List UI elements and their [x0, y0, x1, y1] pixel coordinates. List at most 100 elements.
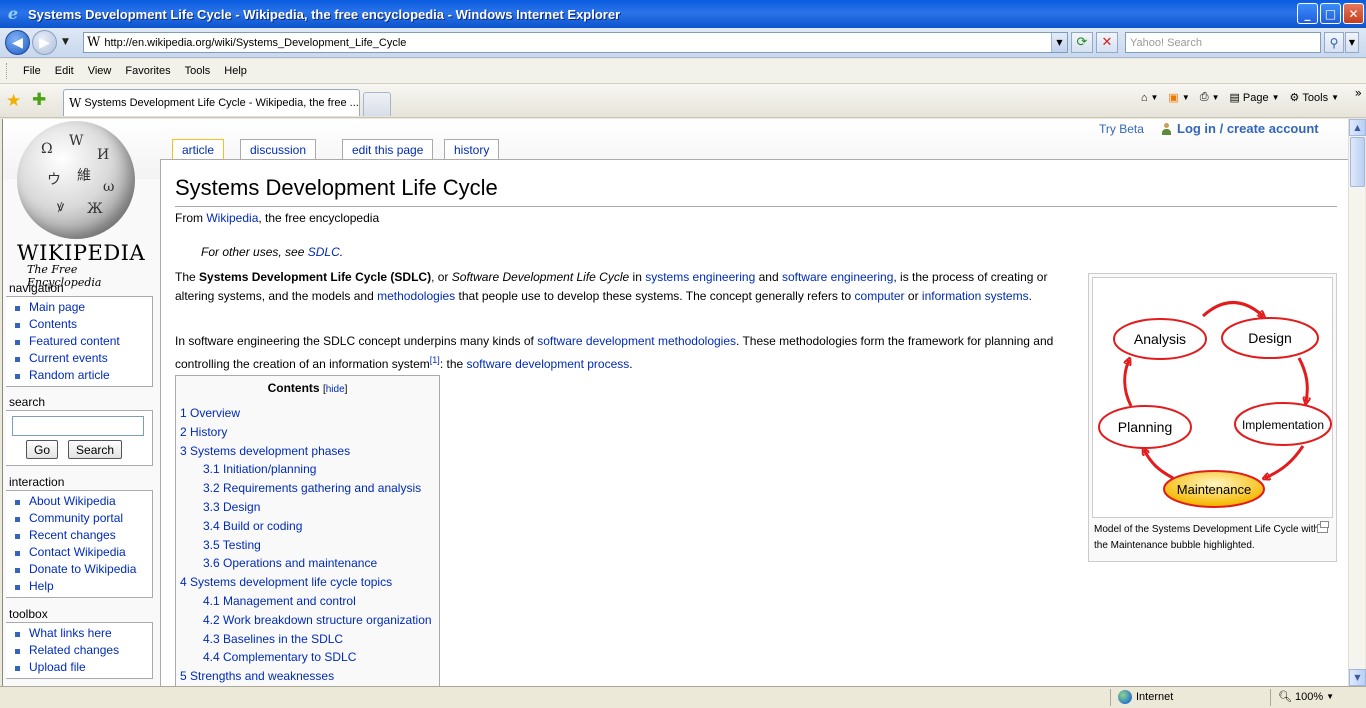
- security-zone[interactable]: Internet: [1118, 690, 1173, 704]
- toc-item[interactable]: 3.4 Build or coding: [180, 517, 439, 536]
- new-tab-button[interactable]: [363, 92, 391, 116]
- sidebar-item-contact-wikipedia[interactable]: Contact Wikipedia: [12, 544, 152, 561]
- tab-history[interactable]: history: [444, 139, 500, 159]
- tab-current[interactable]: W Systems Development Life Cycle - Wikip…: [63, 89, 360, 116]
- home-icon: ⌂: [1140, 91, 1148, 104]
- sidebar-item-current-events[interactable]: Current events: [12, 350, 152, 367]
- sdlc-figure: Analysis Design Implementation Maintenan…: [1088, 273, 1337, 562]
- menu-view[interactable]: View: [81, 65, 119, 77]
- p1-text: that people use to develop these systems…: [455, 289, 855, 303]
- search-go-icon[interactable]: ⚲: [1324, 32, 1344, 53]
- systems-engineering-link[interactable]: systems engineering: [645, 270, 755, 284]
- address-dropdown-icon[interactable]: ▼: [1051, 33, 1067, 52]
- search-options-dropdown-icon[interactable]: ▼: [1345, 32, 1359, 53]
- sidebar-item-about-wikipedia[interactable]: About Wikipedia: [12, 493, 152, 510]
- scrollbar-thumb[interactable]: [1350, 137, 1365, 187]
- zoom-control[interactable]: 🔍︎ 100% ▼: [1278, 690, 1334, 704]
- sidebar-item-what-links-here[interactable]: What links here: [12, 625, 152, 642]
- scroll-down-icon[interactable]: ▼: [1349, 669, 1366, 686]
- menu-help[interactable]: Help: [217, 65, 254, 77]
- p2-text: : the: [439, 357, 467, 371]
- chevron-more-icon[interactable]: »: [1355, 86, 1362, 100]
- toc-item[interactable]: 3.2 Requirements gathering and analysis: [180, 479, 439, 498]
- minimize-button[interactable]: _: [1297, 3, 1318, 24]
- toc-item[interactable]: 4 Systems development life cycle topics: [180, 573, 439, 592]
- sidebar-item-donate[interactable]: Donate to Wikipedia: [12, 561, 152, 578]
- toc-title: Contents: [267, 381, 320, 395]
- back-button[interactable]: ◀: [5, 30, 30, 55]
- tab-article[interactable]: article: [172, 139, 225, 160]
- stop-button[interactable]: ✕: [1096, 32, 1118, 53]
- page-menu-button[interactable]: ▤ Page ▼: [1226, 91, 1282, 105]
- toc-item[interactable]: 4.2 Work breakdown structure organizatio…: [180, 611, 439, 630]
- gear-icon: ⚙: [1289, 92, 1300, 104]
- toc-item[interactable]: 3.5 Testing: [180, 536, 439, 555]
- menu-file[interactable]: File: [16, 65, 48, 77]
- sidebar-item-featured-content[interactable]: Featured content: [12, 333, 152, 350]
- wikipedia-logo[interactable]: Ω W И ウ 維 ω ꝟ Ж WIKIPEDIA The Free Encyc…: [9, 121, 149, 289]
- address-url[interactable]: http://en.wikipedia.org/wiki/Systems_Dev…: [104, 37, 406, 49]
- sidebar-item-recent-changes[interactable]: Recent changes: [12, 527, 152, 544]
- zoom-level: 100%: [1294, 690, 1324, 703]
- sidebar-item-contents[interactable]: Contents: [12, 316, 152, 333]
- toc-item[interactable]: 4.3 Baselines in the SDLC: [180, 630, 439, 649]
- wikipedia-link[interactable]: Wikipedia: [206, 211, 258, 225]
- toc-item[interactable]: 3.1 Initiation/planning: [180, 460, 439, 479]
- vertical-scrollbar[interactable]: ▲ ▼: [1348, 119, 1366, 686]
- search-provider-input[interactable]: Yahoo! Search: [1125, 32, 1321, 53]
- software-engineering-link[interactable]: software engineering: [782, 270, 893, 284]
- recent-pages-dropdown-icon[interactable]: ▼: [62, 37, 69, 47]
- toc-item[interactable]: 4.4 Complementary to SDLC: [180, 648, 439, 667]
- sidebar-item-random-article[interactable]: Random article: [12, 367, 152, 384]
- tab-edit[interactable]: edit this page: [342, 139, 434, 159]
- wiki-search-input[interactable]: [12, 416, 144, 436]
- sidebar-item-community-portal[interactable]: Community portal: [12, 510, 152, 527]
- sidebar-item-main-page[interactable]: Main page: [12, 299, 152, 316]
- login-link[interactable]: Log in / create account: [1161, 121, 1319, 136]
- print-button[interactable]: ⎙ ▼: [1197, 91, 1223, 104]
- favorites-center-icon[interactable]: ★: [6, 91, 21, 111]
- sidebar-item-related-changes[interactable]: Related changes: [12, 642, 152, 659]
- feeds-button[interactable]: ▣ ▼: [1165, 91, 1192, 104]
- forward-button[interactable]: ▶: [32, 30, 57, 55]
- printer-icon: ⎙: [1199, 91, 1209, 103]
- zoom-dropdown-icon[interactable]: ▼: [1326, 692, 1334, 701]
- try-beta-link[interactable]: Try Beta: [1099, 122, 1144, 136]
- enlarge-icon[interactable]: [1317, 521, 1329, 533]
- refresh-button[interactable]: ⟳: [1071, 32, 1093, 53]
- sdlc-disambiguation-link[interactable]: SDLC: [308, 245, 340, 259]
- software-development-methodologies-link[interactable]: software development methodologies: [537, 334, 736, 348]
- sdlc-diagram-image[interactable]: Analysis Design Implementation Maintenan…: [1092, 277, 1333, 518]
- toc-item[interactable]: 3.6 Operations and maintenance: [180, 554, 439, 573]
- search-button[interactable]: Search: [68, 440, 123, 459]
- toc-item[interactable]: 3.3 Design: [180, 498, 439, 517]
- sidebar-item-upload-file[interactable]: Upload file: [12, 659, 152, 676]
- sidebar-item-help[interactable]: Help: [12, 578, 152, 595]
- menu-favorites[interactable]: Favorites: [118, 65, 177, 77]
- go-button[interactable]: Go: [26, 440, 59, 459]
- p1-text: and: [755, 270, 782, 284]
- reference-1-link[interactable]: [1]: [430, 355, 440, 365]
- toc-item[interactable]: 3 Systems development phases: [180, 442, 439, 461]
- p1-text: in: [629, 270, 646, 284]
- address-bar[interactable]: W http://en.wikipedia.org/wiki/Systems_D…: [83, 32, 1068, 53]
- add-to-favorites-icon[interactable]: ✚: [32, 90, 46, 110]
- toc-item[interactable]: 4.1 Management and control: [180, 592, 439, 611]
- information-systems-link[interactable]: information systems: [922, 289, 1029, 303]
- tab-discussion[interactable]: discussion: [240, 139, 317, 159]
- software-development-process-link[interactable]: software development process: [467, 357, 630, 371]
- scroll-up-icon[interactable]: ▲: [1349, 119, 1366, 136]
- toc-item[interactable]: 2 History: [180, 423, 439, 442]
- toc-item[interactable]: 5 Strengths and weaknesses: [180, 667, 439, 686]
- methodologies-link[interactable]: methodologies: [377, 289, 455, 303]
- maximize-button[interactable]: □: [1320, 3, 1341, 24]
- menu-edit[interactable]: Edit: [48, 65, 81, 77]
- computer-link[interactable]: computer: [855, 289, 905, 303]
- toc-item[interactable]: 1 Overview: [180, 404, 439, 423]
- menu-tools[interactable]: Tools: [178, 65, 218, 77]
- home-button[interactable]: ⌂ ▼: [1138, 92, 1162, 104]
- toc-hide-link[interactable]: hide: [326, 384, 345, 395]
- internet-explorer-icon: e: [7, 4, 19, 23]
- close-button[interactable]: ✕: [1343, 3, 1364, 24]
- tools-menu-button[interactable]: ⚙ Tools ▼: [1287, 91, 1342, 105]
